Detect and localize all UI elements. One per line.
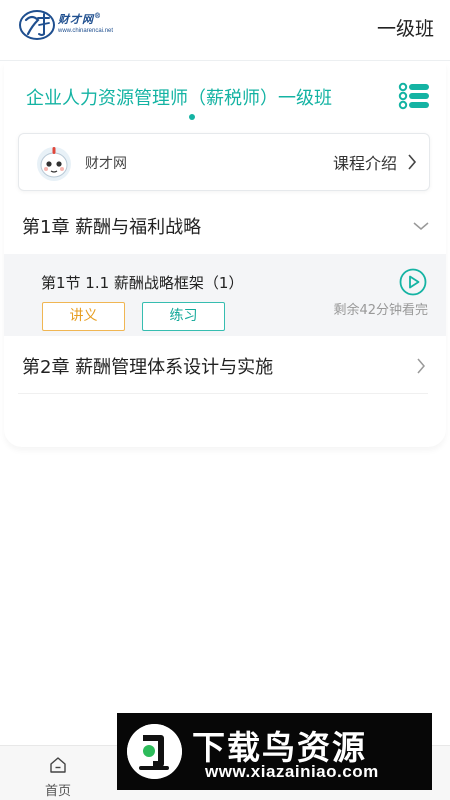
practice-button[interactable]: 练习 xyxy=(142,302,225,331)
lecture-notes-button[interactable]: 讲义 xyxy=(42,302,125,331)
site-name: 财才网 xyxy=(85,156,127,172)
chapter-2-title: 第2章 薪酬管理体系设计与实施 xyxy=(22,357,274,378)
top-bar: 财才网® www.chinarencai.net 一级班 xyxy=(0,0,450,52)
course-intro-link[interactable]: 课程介绍 xyxy=(333,150,417,174)
remaining-time-text: 剩余42分钟看完 xyxy=(333,303,428,318)
course-title[interactable]: 企业人力资源管理师（薪税师）一级班 xyxy=(26,84,332,110)
logo-mark-icon xyxy=(19,10,55,40)
course-info-card[interactable]: 财才网 课程介绍 xyxy=(18,133,430,191)
chapter-divider xyxy=(18,393,428,394)
nav-home-label: 首页 xyxy=(44,784,71,799)
chevron-right-icon xyxy=(417,358,425,374)
title-indicator-dot xyxy=(189,114,195,120)
chapter-1-title: 第1章 薪酬与福利战略 xyxy=(22,217,202,238)
header-divider xyxy=(0,60,450,61)
nav-home[interactable]: 首页 xyxy=(28,756,88,799)
home-icon xyxy=(50,757,66,773)
chapter-1-header[interactable]: 第1章 薪酬与福利战略 xyxy=(0,203,450,247)
course-intro-label: 课程介绍 xyxy=(332,154,397,173)
logo-url-text: www.chinarencai.net xyxy=(58,28,114,34)
play-icon[interactable] xyxy=(399,268,427,296)
list-menu-icon[interactable] xyxy=(398,81,430,111)
bird-logo-icon xyxy=(127,724,182,779)
chevron-down-icon xyxy=(413,222,429,230)
chinarencai-logo[interactable]: 财才网® www.chinarencai.net xyxy=(18,8,123,42)
lesson-row[interactable]: 第1节 1.1 薪酬战略框架（1） 讲义 练习 剩余42分钟看完 xyxy=(4,254,446,336)
watermark-banner: 下载鸟资源 www.xiazainiao.com xyxy=(117,713,432,790)
chapter-2-header[interactable]: 第2章 薪酬管理体系设计与实施 xyxy=(0,343,450,387)
class-level-label[interactable]: 一级班 xyxy=(377,14,434,41)
lesson-title: 第1节 1.1 薪酬战略框架（1） xyxy=(41,274,244,292)
chevron-right-icon xyxy=(408,154,417,170)
logo-brand-text: 财才网® xyxy=(58,11,102,26)
watermark-url: www.xiazainiao.com xyxy=(205,762,379,781)
mascot-avatar-icon xyxy=(37,147,71,181)
